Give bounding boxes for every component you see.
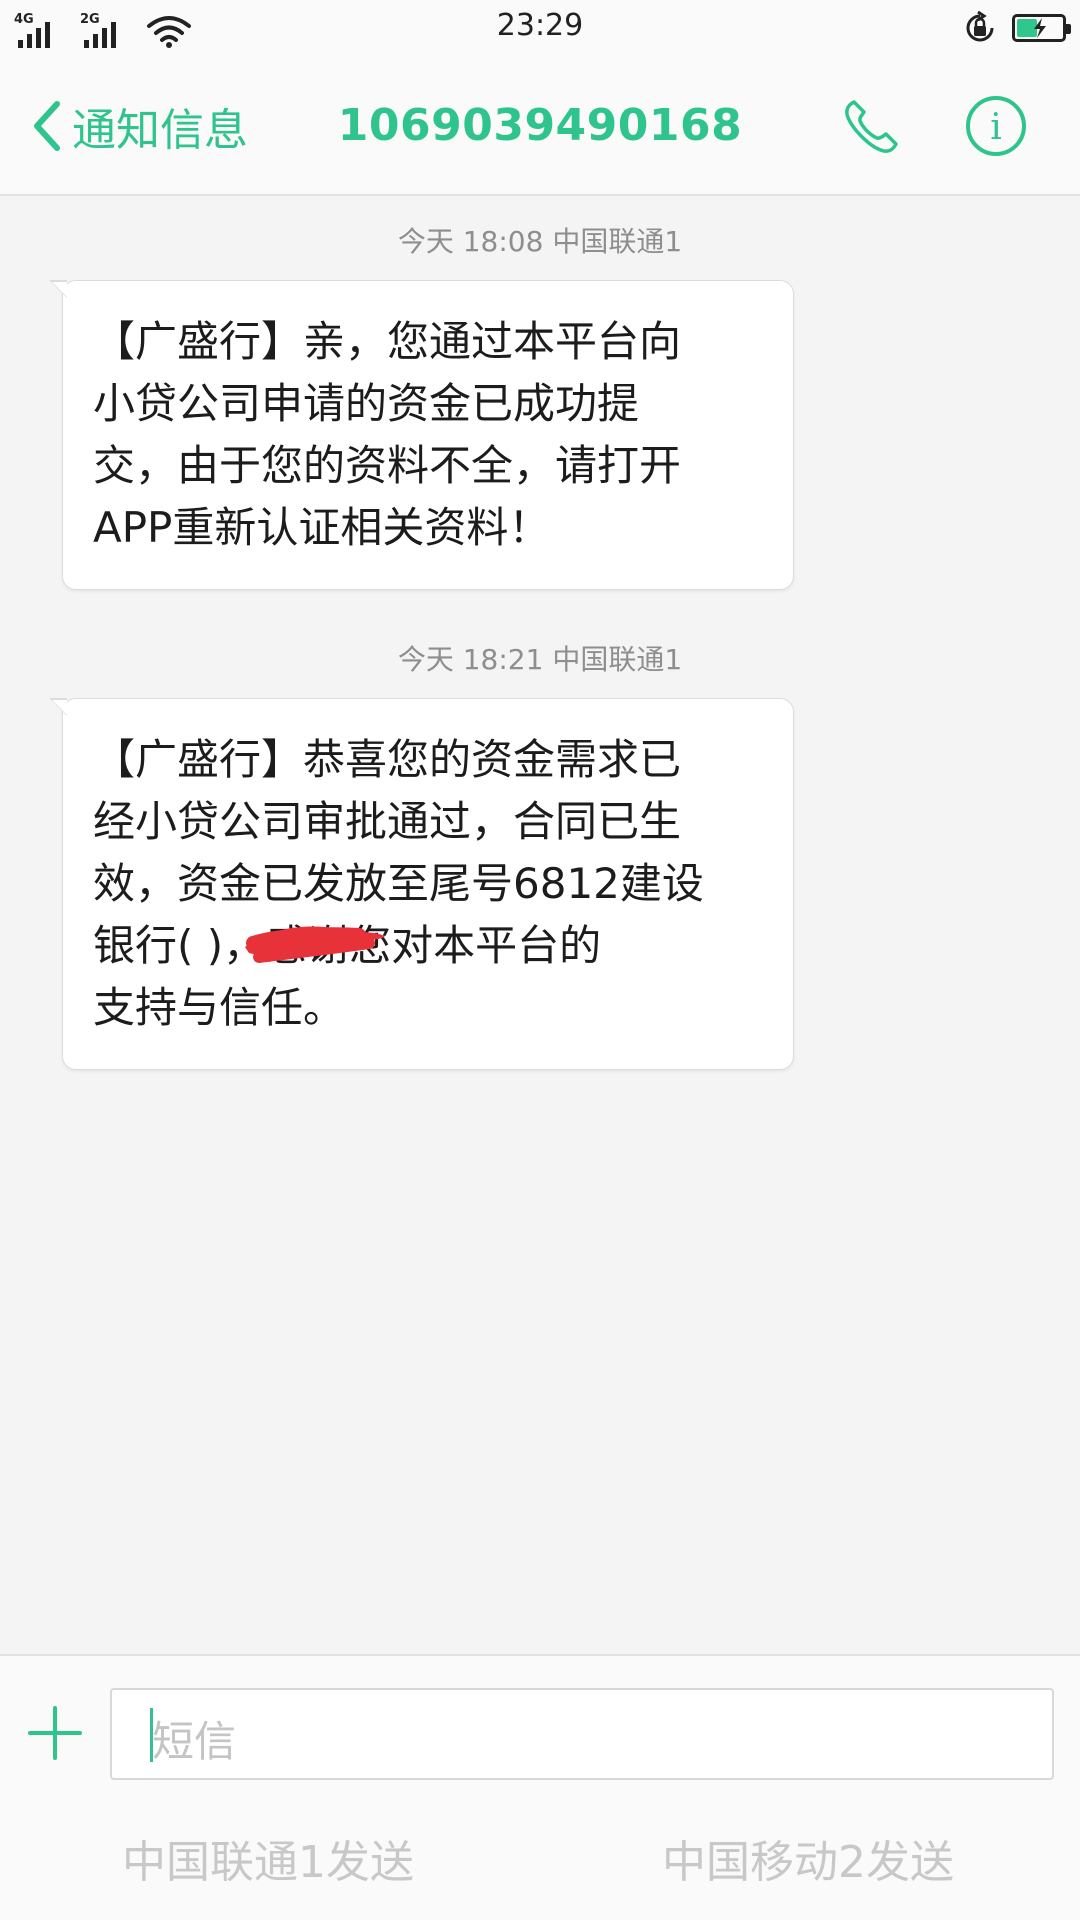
info-icon[interactable]: i: [964, 94, 1028, 158]
sms-input-placeholder: 短信: [152, 1717, 237, 1766]
contact-number: 1069039490168: [337, 100, 743, 151]
sms-input-field[interactable]: 短信: [110, 1688, 1054, 1780]
battery-charging-icon: [1012, 14, 1071, 42]
message-line: 效，资金已发放至尾号6812建设: [93, 859, 704, 908]
status-bar: 4G 2G 23:29: [0, 0, 1080, 56]
conversation-header: 通知信息 1069039490168 i: [0, 56, 1080, 196]
status-time: 23:29: [496, 8, 584, 43]
back-button[interactable]: 通知信息: [30, 96, 248, 156]
message-line: 经小贷公司审批通过，合同已生: [93, 797, 682, 846]
sms-conversation-screen: 4G 2G 23:29 通知信息 1069039490168 i 今天 18:0…: [0, 0, 1080, 1920]
message-bubble[interactable]: 【广盛行】亲，您通过本平台向 小贷公司申请的资金已成功提 交，由于您的资料不全，…: [49, 280, 794, 590]
message-line: 银行( )，感谢您对本平台的: [93, 921, 602, 970]
back-label: 通知信息: [72, 105, 248, 156]
message-line: 交，由于您的资料不全，请打开: [93, 441, 682, 490]
message-line: APP重新认证相关资料！: [93, 503, 551, 552]
message-line: 【广盛行】恭喜您的资金需求已: [93, 735, 682, 784]
send-sim2-button[interactable]: 中国移动2发送: [662, 1826, 954, 1890]
phone-icon[interactable]: [840, 96, 902, 158]
message-line: 小贷公司申请的资金已成功提: [93, 379, 640, 428]
svg-text:i: i: [990, 107, 1002, 148]
message-line: 支持与信任。: [93, 983, 346, 1032]
chevron-left-icon: [34, 101, 60, 151]
message-line: 【广盛行】亲，您通过本平台向: [93, 317, 682, 366]
add-attachment-icon[interactable]: [26, 1704, 84, 1762]
send-sim1-button[interactable]: 中国联通1发送: [122, 1826, 414, 1890]
message-meta: 今天 18:21 中国联通1: [397, 643, 683, 676]
message-meta: 今天 18:08 中国联通1: [397, 225, 683, 258]
rotation-lock-icon: [966, 10, 994, 42]
status-right: [962, 10, 1071, 46]
composer: 短信 中国联通1发送 中国移动2发送: [0, 1654, 1080, 1920]
message-bubble[interactable]: 【广盛行】恭喜您的资金需求已 经小贷公司审批通过，合同已生 效，资金已发放至尾号…: [49, 698, 794, 1070]
